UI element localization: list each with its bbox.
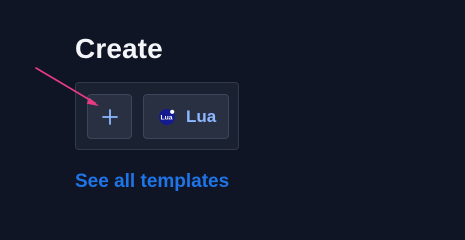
create-page: Create Lua Lua See all templates xyxy=(0,0,465,236)
plus-icon xyxy=(101,108,118,125)
lua-logo-icon: Lua xyxy=(159,108,175,125)
lua-template-label: Lua xyxy=(186,107,217,126)
see-all-templates-link[interactable]: See all templates xyxy=(75,170,229,194)
lua-logo-text: Lua xyxy=(160,114,172,121)
page-title: Create xyxy=(75,33,163,64)
template-panel: Lua Lua xyxy=(75,82,239,150)
blank-template-button[interactable] xyxy=(87,94,132,139)
lua-template-button[interactable]: Lua Lua xyxy=(143,94,229,139)
